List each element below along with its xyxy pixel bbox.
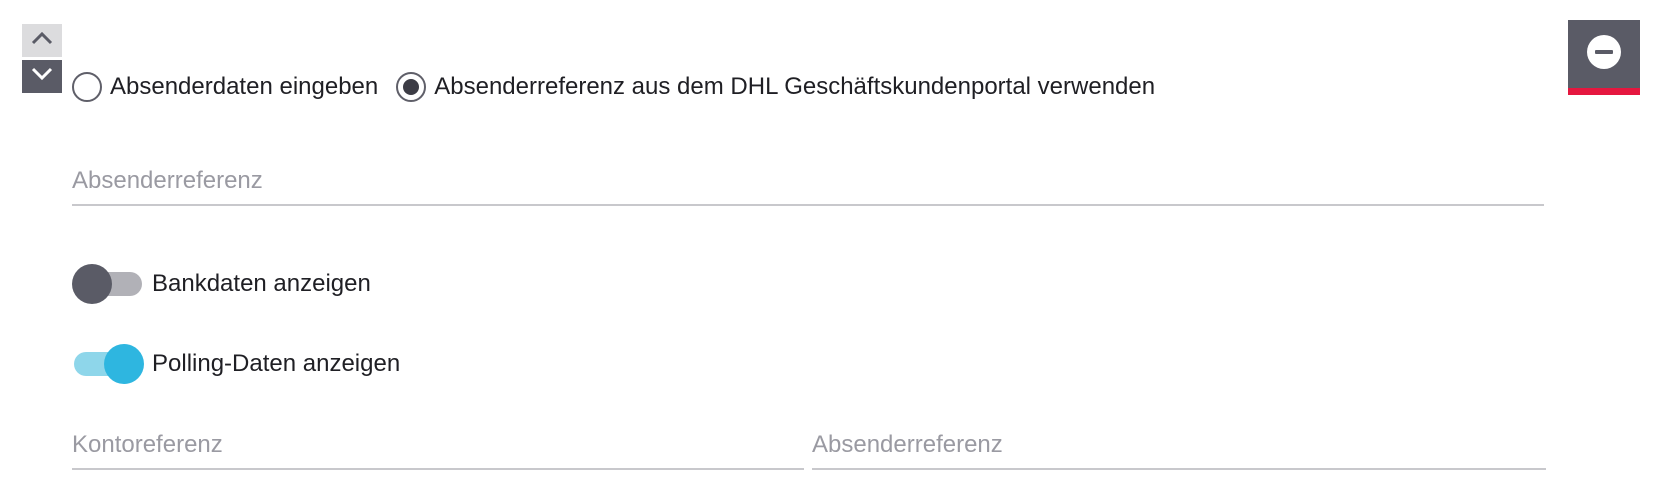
sender-reference-input[interactable] [72, 158, 1544, 204]
radio-button[interactable] [72, 72, 102, 102]
reorder-controls [22, 24, 62, 93]
sender-mode-radio-group: Absenderdaten eingeben Absenderreferenz … [72, 72, 1155, 102]
sender-reference-field [72, 158, 1544, 206]
radio-enter-sender-data[interactable]: Absenderdaten eingeben [72, 72, 378, 102]
radio-label: Absenderdaten eingeben [110, 73, 379, 100]
polling-sender-reference-input[interactable] [812, 422, 1546, 468]
radio-use-sender-reference[interactable]: Absenderreferenz aus dem DHL Geschäftsku… [396, 72, 1155, 102]
move-up-button[interactable] [22, 24, 62, 57]
bank-data-toggle-row: Bankdaten anzeigen [72, 264, 371, 304]
polling-data-label: Polling-Daten anzeigen [152, 350, 401, 377]
sender-settings-panel: Absenderdaten eingeben Absenderreferenz … [0, 0, 1656, 492]
remove-button[interactable] [1568, 20, 1640, 95]
polling-data-toggle[interactable] [72, 344, 144, 384]
polling-data-toggle-row: Polling-Daten anzeigen [72, 344, 400, 384]
toggle-knob [72, 264, 112, 304]
move-down-button[interactable] [22, 60, 62, 93]
toggle-knob [104, 344, 144, 384]
account-reference-input[interactable] [72, 422, 804, 468]
bank-data-toggle[interactable] [72, 264, 144, 304]
minus-circle-icon [1586, 34, 1622, 75]
chevron-down-icon [31, 67, 53, 86]
chevron-up-icon [31, 31, 53, 50]
radio-button-selected[interactable] [396, 72, 427, 102]
polling-sender-reference-field [812, 422, 1546, 470]
radio-label: Absenderreferenz aus dem DHL Geschäftsku… [434, 73, 1156, 100]
account-reference-field [72, 422, 804, 470]
bank-data-label: Bankdaten anzeigen [152, 270, 371, 297]
radio-dot [403, 79, 420, 95]
